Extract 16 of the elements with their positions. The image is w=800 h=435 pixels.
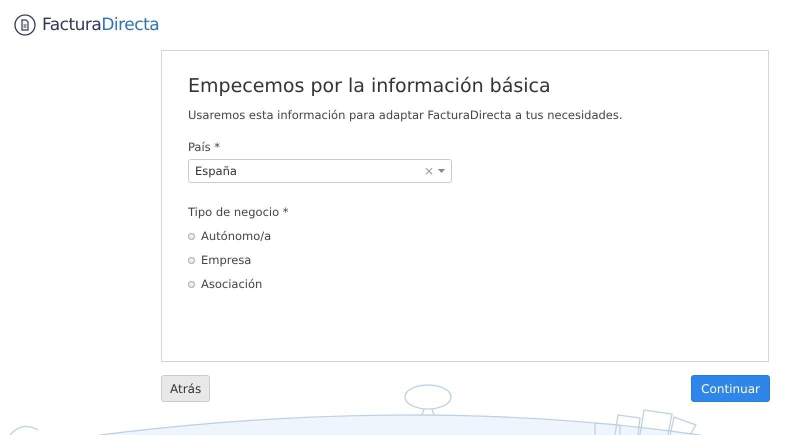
document-icon [14, 14, 36, 36]
caret-icon [438, 169, 445, 173]
radio-button[interactable] [188, 232, 195, 240]
form-description: Usaremos esta información para adaptar FacturaDirecta a tus necesidades. [188, 108, 624, 122]
field-label: Tipo de negocio * [188, 205, 290, 219]
radio-label: Empresa [201, 253, 252, 267]
logo-text: FacturaDirecta [42, 15, 160, 35]
form-title: Empecemos por la información básica [188, 75, 552, 97]
radio-label: Autónomo/a [201, 229, 272, 243]
country-select[interactable]: España × [188, 159, 452, 183]
field-label: País * [188, 140, 222, 154]
radio-button[interactable] [188, 280, 195, 288]
continue-button[interactable]: Continuar [691, 375, 770, 402]
radio-label: Asociación [201, 277, 262, 291]
back-button[interactable]: Atrás [161, 375, 210, 402]
radio-button[interactable] [188, 256, 195, 264]
